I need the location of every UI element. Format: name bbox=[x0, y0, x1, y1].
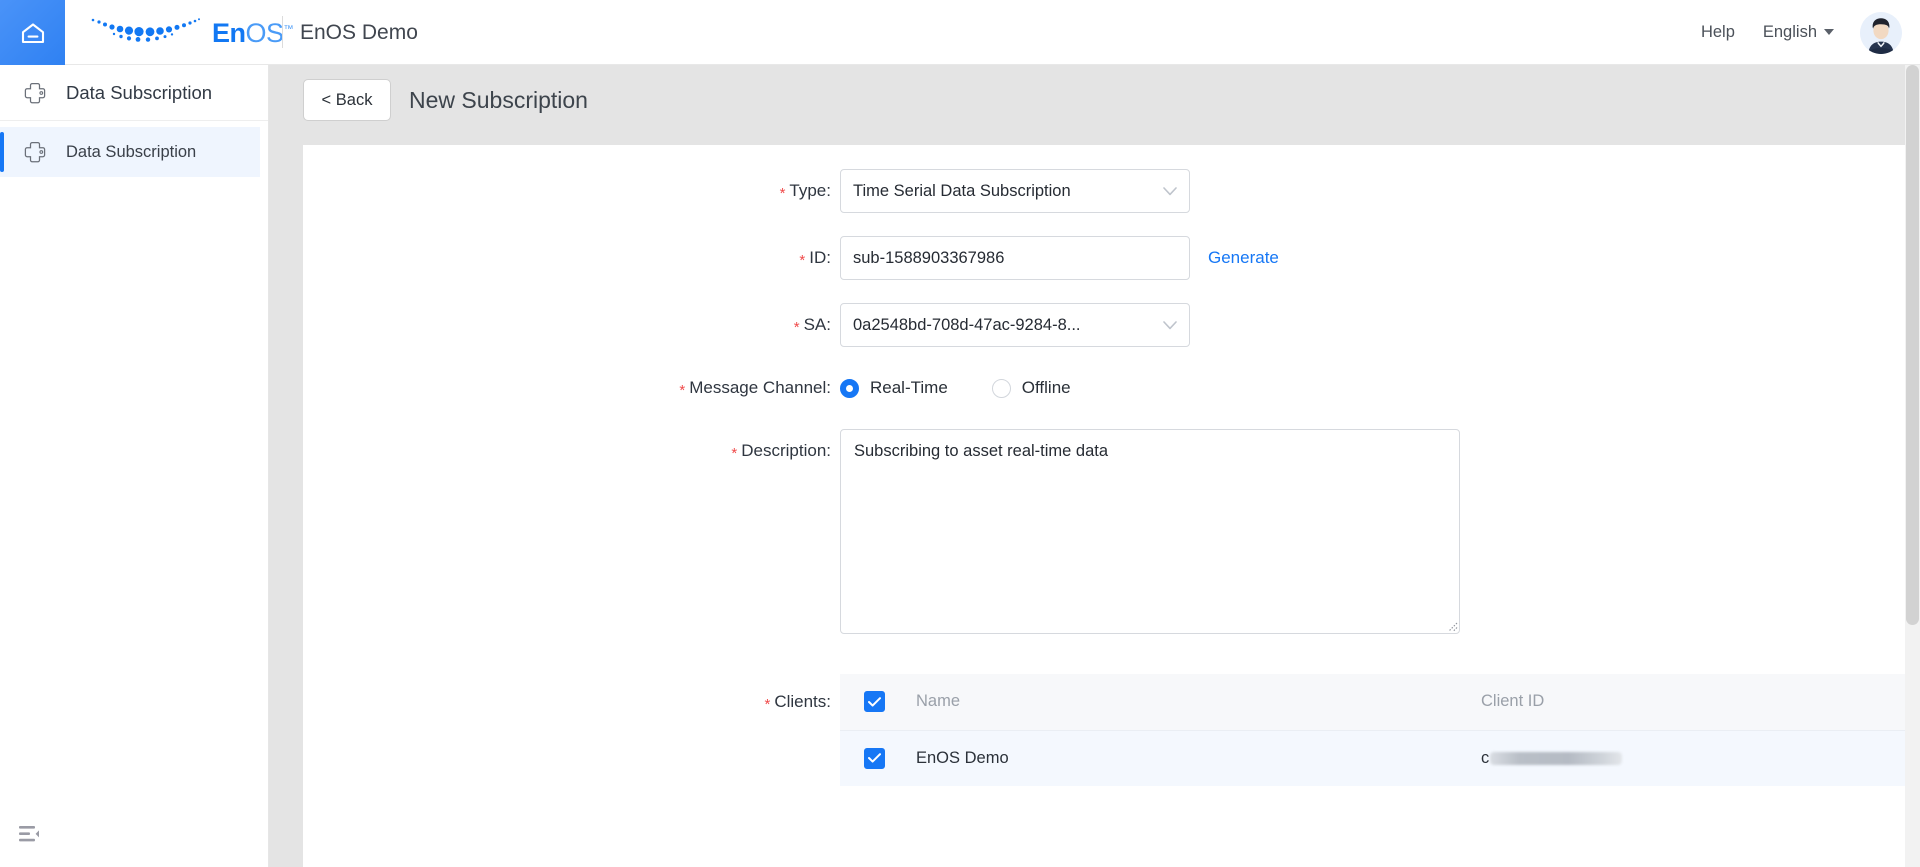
type-label-text: Type: bbox=[789, 181, 831, 200]
message-channel-label-text: Message Channel: bbox=[689, 378, 831, 397]
sa-label: * SA: bbox=[303, 303, 840, 348]
sa-label-text: SA: bbox=[803, 315, 831, 334]
required-marker: * bbox=[764, 696, 771, 713]
logo-en: En bbox=[212, 17, 246, 48]
select-all-cell bbox=[840, 674, 916, 730]
required-marker: * bbox=[731, 445, 738, 462]
cell-client-name: EnOS Demo bbox=[916, 729, 1481, 786]
required-marker: * bbox=[799, 252, 806, 269]
client-id-redacted-bar bbox=[1490, 751, 1623, 765]
home-button[interactable] bbox=[0, 0, 65, 65]
clients-table-header: Name Client ID bbox=[840, 674, 1920, 730]
description-textarea-value: Subscribing to asset real-time data bbox=[854, 442, 1109, 460]
logo-dots-icon bbox=[88, 15, 208, 49]
sidebar-header-label: Data Subscription bbox=[66, 81, 213, 103]
help-link[interactable]: Help bbox=[1687, 23, 1749, 42]
type-label: * Type: bbox=[303, 169, 840, 214]
page-scrollbar-track[interactable] bbox=[1905, 65, 1920, 867]
page-title: New Subscription bbox=[409, 86, 588, 113]
logo-wordmark: EnOS™ bbox=[212, 17, 294, 48]
topbar-actions: Help English bbox=[1687, 0, 1902, 65]
clients-table: Name Client ID EnOS Demo c bbox=[840, 674, 1920, 786]
app-title: EnOS Demo bbox=[300, 20, 418, 44]
radio-option-offline-label: Offline bbox=[1021, 378, 1071, 397]
top-navigation-bar: EnOS™ EnOS Demo Help English bbox=[0, 0, 1920, 65]
radio-option-real-time[interactable]: Real-Time bbox=[840, 378, 948, 398]
sidebar-item-data-subscription[interactable]: Data Subscription bbox=[0, 127, 260, 177]
generate-link[interactable]: Generate bbox=[1208, 236, 1279, 280]
row-checkbox[interactable] bbox=[864, 747, 885, 769]
form-card: * Type: Time Serial Data Subscription * ID… bbox=[303, 145, 1920, 867]
message-channel-radio-group: Real-Time Offline bbox=[840, 366, 1071, 410]
new-subscription-form: * Type: Time Serial Data Subscription * ID… bbox=[303, 145, 1920, 786]
sidebar: Data Subscription Data Subscription bbox=[0, 65, 269, 867]
required-marker: * bbox=[679, 382, 686, 399]
chevron-down-icon bbox=[1163, 319, 1177, 332]
id-input[interactable]: sub-1588903367986 bbox=[840, 236, 1190, 280]
required-marker: * bbox=[793, 319, 800, 336]
home-icon bbox=[18, 18, 48, 48]
sa-select-value: 0a2548bd-708d-47ac-9284-8... bbox=[853, 315, 1081, 334]
column-header-client-id: Client ID bbox=[1481, 692, 1545, 711]
id-input-value: sub-1588903367986 bbox=[853, 248, 1005, 267]
back-button[interactable]: < Back bbox=[303, 79, 391, 121]
id-label-text: ID: bbox=[809, 248, 831, 267]
field-row-sa: * SA: 0a2548bd-708d-47ac-9284-8... bbox=[303, 303, 1920, 348]
logo-tm: ™ bbox=[283, 23, 294, 35]
description-label: * Description: bbox=[303, 429, 840, 474]
radio-option-offline[interactable]: Offline bbox=[991, 378, 1071, 398]
topbar-divider bbox=[282, 16, 283, 48]
field-row-type: * Type: Time Serial Data Subscription bbox=[303, 169, 1920, 214]
clients-label: * Clients: bbox=[303, 674, 840, 731]
sidebar-header-data-subscription[interactable]: Data Subscription bbox=[0, 65, 268, 121]
type-select-value: Time Serial Data Subscription bbox=[853, 181, 1071, 200]
sidebar-item-label: Data Subscription bbox=[66, 142, 197, 161]
clients-table-body: EnOS Demo c bbox=[840, 729, 1920, 786]
field-row-id: * ID: sub-1588903367986 Generate bbox=[303, 236, 1920, 281]
type-select[interactable]: Time Serial Data Subscription bbox=[840, 169, 1190, 213]
field-row-clients: * Clients: Name Client ID EnOS Demo c bbox=[303, 674, 1920, 786]
main-content: < Back New Subscription * Type: Time Seri… bbox=[269, 65, 1920, 867]
required-marker: * bbox=[779, 185, 786, 202]
description-textarea[interactable]: Subscribing to asset real-time data bbox=[840, 429, 1460, 634]
select-all-checkbox[interactable] bbox=[864, 691, 885, 713]
node-connection-icon bbox=[22, 139, 48, 165]
chevron-down-icon bbox=[1163, 185, 1177, 198]
cell-client-id: c bbox=[1481, 729, 1920, 786]
client-id-visible-prefix: c bbox=[1481, 748, 1490, 767]
radio-option-real-time-label: Real-Time bbox=[870, 378, 948, 397]
chevron-down-icon bbox=[1824, 28, 1834, 35]
table-row[interactable]: EnOS Demo c bbox=[840, 729, 1920, 786]
column-header-name: Name bbox=[916, 692, 961, 711]
description-label-text: Description: bbox=[741, 441, 831, 460]
sidebar-collapse-button[interactable] bbox=[14, 821, 44, 851]
id-label: * ID: bbox=[303, 236, 840, 281]
language-label: English bbox=[1762, 23, 1817, 41]
field-row-message-channel: * Message Channel: Real-Time Offline bbox=[303, 366, 1920, 411]
node-connection-icon bbox=[22, 80, 48, 106]
menu-fold-icon bbox=[18, 825, 40, 848]
logo-os: OS bbox=[245, 17, 285, 48]
enos-logo[interactable]: EnOS™ bbox=[88, 11, 294, 53]
avatar[interactable] bbox=[1860, 11, 1902, 54]
description-textarea-wrapper: Subscribing to asset real-time data bbox=[840, 429, 1460, 634]
table-header-row: Name Client ID bbox=[840, 674, 1920, 730]
page-scrollbar-thumb[interactable] bbox=[1906, 65, 1919, 625]
sa-select[interactable]: 0a2548bd-708d-47ac-9284-8... bbox=[840, 303, 1190, 347]
page-header: < Back New Subscription bbox=[303, 79, 588, 121]
radio-indicator bbox=[840, 378, 859, 398]
clients-label-text: Clients: bbox=[774, 692, 831, 711]
radio-indicator bbox=[991, 378, 1011, 398]
field-row-description: * Description: Subscribing to asset real-… bbox=[303, 429, 1920, 634]
row-select-cell bbox=[840, 729, 916, 786]
language-selector[interactable]: English bbox=[1749, 23, 1848, 42]
message-channel-label: * Message Channel: bbox=[303, 366, 840, 411]
